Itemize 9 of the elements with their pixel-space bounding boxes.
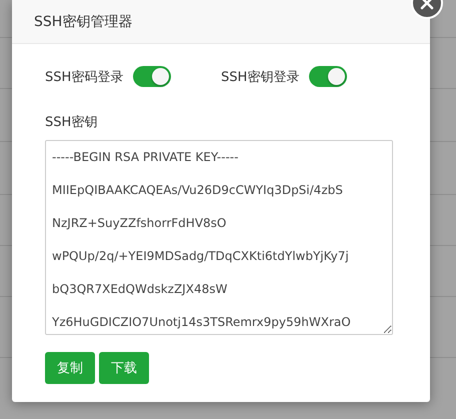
toggle-label: SSH密钥登录 <box>221 68 300 86</box>
toggle-switch[interactable] <box>309 66 348 87</box>
toggle-switch[interactable] <box>133 66 172 87</box>
download-button[interactable]: 下载 <box>99 352 149 384</box>
key-text-field[interactable]: -----BEGIN RSA PRIVATE KEY----- MIIEpQIBAAKCAQEAs/Vu26D9cCWYIq3DpSi/4zbS NzJRZ+SuyZZfshorrFdHV8sO wPQUp/2q/+YEI9MDSadg/TDqCXKti6tdYlwbYjKy7j bQ3QR7XEdQWdskzZJX48sW Yz6HuGDICZIO7Unotj14s3TSRemrx9py59hWXraO <box>45 140 393 335</box>
copy-button[interactable]: 复制 <box>45 352 95 384</box>
toggle-label: SSH密码登录 <box>45 68 124 86</box>
field-label: SSH密钥 <box>45 114 98 131</box>
dialog-title: SSH密钥管理器 <box>12 0 430 44</box>
